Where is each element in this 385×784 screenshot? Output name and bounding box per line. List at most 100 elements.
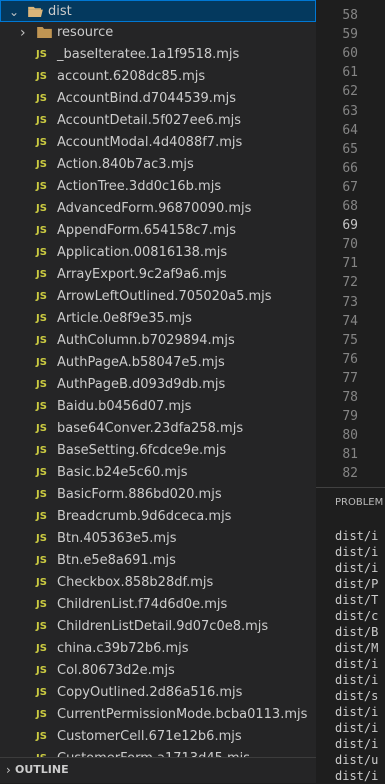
terminal-line: dist/M <box>335 641 379 655</box>
js-file-icon: JS <box>36 467 47 478</box>
file-name: china.c39b72b6.mjs <box>57 641 189 656</box>
outline-section-header[interactable]: › OUTLINE <box>0 757 316 783</box>
file-row[interactable]: JS ArrayExport.9c2af9a6.mjs <box>0 264 316 286</box>
file-name: BaseSetting.6fcdce9e.mjs <box>57 443 227 458</box>
file-name: ArrowLeftOutlined.705020a5.mjs <box>57 289 272 304</box>
line-number-gutter: 58 59 60 61 62 63 64 65 66 67 68 69 70 71 72 73 74 75 76 77… <box>316 0 385 486</box>
js-file-icon: JS <box>36 643 47 654</box>
js-file-icon: JS <box>36 621 47 632</box>
file-name: Btn.405363e5.mjs <box>57 531 177 546</box>
file-row[interactable]: JS CopyOutlined.2d86a516.mjs <box>0 682 316 704</box>
line-number: 61 <box>342 65 358 81</box>
file-name: Basic.b24e5c60.mjs <box>57 465 188 480</box>
js-file-icon: JS <box>36 709 47 720</box>
js-file-icon: JS <box>36 665 47 676</box>
terminal-line: dist/c <box>335 609 379 623</box>
file-row[interactable]: JS ChildrenListDetail.9d07c0e8.mjs <box>0 616 316 638</box>
file-row[interactable]: JS Application.00816138.mjs <box>0 242 316 264</box>
line-number: 66 <box>342 160 358 176</box>
file-row[interactable]: JS BaseSetting.6fcdce9e.mjs <box>0 440 316 462</box>
terminal-line: dist/u <box>335 753 379 767</box>
line-number: 58 <box>342 8 358 23</box>
file-row[interactable]: JS AccountModal.4d4088f7.mjs <box>0 132 316 154</box>
line-number: 71 <box>342 256 358 272</box>
file-row[interactable]: JS Btn.e5e8a691.mjs <box>0 550 316 572</box>
js-file-icon: JS <box>36 291 47 302</box>
js-file-icon: JS <box>36 599 47 610</box>
terminal-line: dist/i <box>335 705 379 719</box>
js-file-icon: JS <box>36 401 47 412</box>
js-file-icon: JS <box>36 555 47 566</box>
file-name: Action.840b7ac3.mjs <box>57 157 194 172</box>
file-name: AccountBind.d7044539.mjs <box>57 91 236 106</box>
file-row[interactable]: JS Basic.b24e5c60.mjs <box>0 462 316 484</box>
terminal-line: dist/s <box>335 689 379 703</box>
file-name: AuthColumn.b7029894.mjs <box>57 333 235 348</box>
file-name: Baidu.b0456d07.mjs <box>57 399 192 414</box>
js-file-icon: JS <box>36 335 47 346</box>
line-number: 67 <box>342 179 358 195</box>
file-row[interactable]: JS Col.80673d2e.mjs <box>0 660 316 682</box>
file-name: Col.80673d2e.mjs <box>57 663 175 678</box>
file-row[interactable]: JS Action.840b7ac3.mjs <box>0 154 316 176</box>
line-number: 82 <box>342 466 358 482</box>
line-number: 78 <box>342 390 358 405</box>
file-name: AuthPageB.d093d9db.mjs <box>57 377 226 392</box>
terminal-line: dist/i <box>335 673 379 687</box>
js-file-icon: JS <box>36 71 47 82</box>
terminal-line: dist/i <box>335 769 379 783</box>
file-row[interactable]: JS account.6208dc85.mjs <box>0 66 316 88</box>
file-name: Breadcrumb.9d6dceca.mjs <box>57 509 232 524</box>
file-name: ArrayExport.9c2af9a6.mjs <box>57 267 227 282</box>
folder-open-icon <box>28 6 43 17</box>
file-row[interactable]: JS ArrowLeftOutlined.705020a5.mjs <box>0 286 316 308</box>
file-name: ChildrenList.f74d6d0e.mjs <box>57 597 228 612</box>
folder-row-dist[interactable]: ⌄ dist <box>0 0 316 22</box>
file-row[interactable]: JS china.c39b72b6.mjs <box>0 638 316 660</box>
file-name: AuthPageA.b58047e5.mjs <box>57 355 225 370</box>
js-file-icon: JS <box>36 379 47 390</box>
file-row[interactable]: JS ActionTree.3dd0c16b.mjs <box>0 176 316 198</box>
file-row[interactable]: JS AuthPageA.b58047e5.mjs <box>0 352 316 374</box>
line-number: 74 <box>342 313 358 329</box>
line-number: 63 <box>342 103 358 119</box>
file-row[interactable]: JS AdvancedForm.96870090.mjs <box>0 198 316 220</box>
file-row[interactable]: JS BasicForm.886bd020.mjs <box>0 484 316 506</box>
file-row[interactable]: JS AuthPageB.d093d9db.mjs <box>0 374 316 396</box>
file-row[interactable]: JS AuthColumn.b7029894.mjs <box>0 330 316 352</box>
file-row[interactable]: JS CustomerForm.a1713d45.mjs <box>0 748 316 757</box>
js-file-icon: JS <box>36 577 47 588</box>
folder-row-resource[interactable]: › resource <box>0 22 316 44</box>
js-file-icon: JS <box>36 748 47 757</box>
line-number: 81 <box>342 447 358 463</box>
file-row[interactable]: JS Baidu.b0456d07.mjs <box>0 396 316 418</box>
line-number: 68 <box>342 199 358 214</box>
file-name: ActionTree.3dd0c16b.mjs <box>57 179 222 194</box>
file-row[interactable]: JS Btn.405363e5.mjs <box>0 528 316 550</box>
chevron-right-icon[interactable]: › <box>20 22 26 44</box>
file-name: Btn.e5e8a691.mjs <box>57 553 176 568</box>
file-row[interactable]: JS Breadcrumb.9d6dceca.mjs <box>0 506 316 528</box>
chevron-right-icon[interactable]: › <box>6 759 11 781</box>
file-row[interactable]: JS ChildrenList.f74d6d0e.mjs <box>0 594 316 616</box>
folder-label: resource <box>57 25 114 40</box>
js-file-icon: JS <box>36 511 47 522</box>
file-row[interactable]: JS AccountDetail.5f027ee6.mjs <box>0 110 316 132</box>
file-row[interactable]: JS AccountBind.d7044539.mjs <box>0 88 316 110</box>
file-name: _baseIteratee.1a1f9518.mjs <box>57 47 240 62</box>
editor-area: 58 59 60 61 62 63 64 65 66 67 68 69 70 71 72 73 74 75 76 77… <box>316 0 385 784</box>
panel-tab-problems[interactable]: PROBLEM <box>335 497 383 508</box>
file-row[interactable]: JS Checkbox.858b28df.mjs <box>0 572 316 594</box>
file-row[interactable]: JS CurrentPermissionMode.bcba0113.mjs <box>0 704 316 726</box>
line-number: 64 <box>342 122 358 138</box>
terminal-line: dist/i <box>335 657 379 671</box>
file-row[interactable]: JS Article.0e8f9e35.mjs <box>0 308 316 330</box>
file-name: AccountDetail.5f027ee6.mjs <box>57 113 242 128</box>
file-row[interactable]: JS _baseIteratee.1a1f9518.mjs <box>0 44 316 66</box>
explorer-sidebar: ⌄ dist › resource JS _baseIteratee.1a1f95… <box>0 0 316 783</box>
file-row[interactable]: JS base64Conver.23dfa258.mjs <box>0 418 316 440</box>
chevron-down-icon[interactable]: ⌄ <box>9 1 19 23</box>
terminal-line: dist/T <box>335 593 379 607</box>
file-row[interactable]: JS CustomerCell.671e12b6.mjs <box>0 726 316 748</box>
file-row[interactable]: JS AppendForm.654158c7.mjs <box>0 220 316 242</box>
